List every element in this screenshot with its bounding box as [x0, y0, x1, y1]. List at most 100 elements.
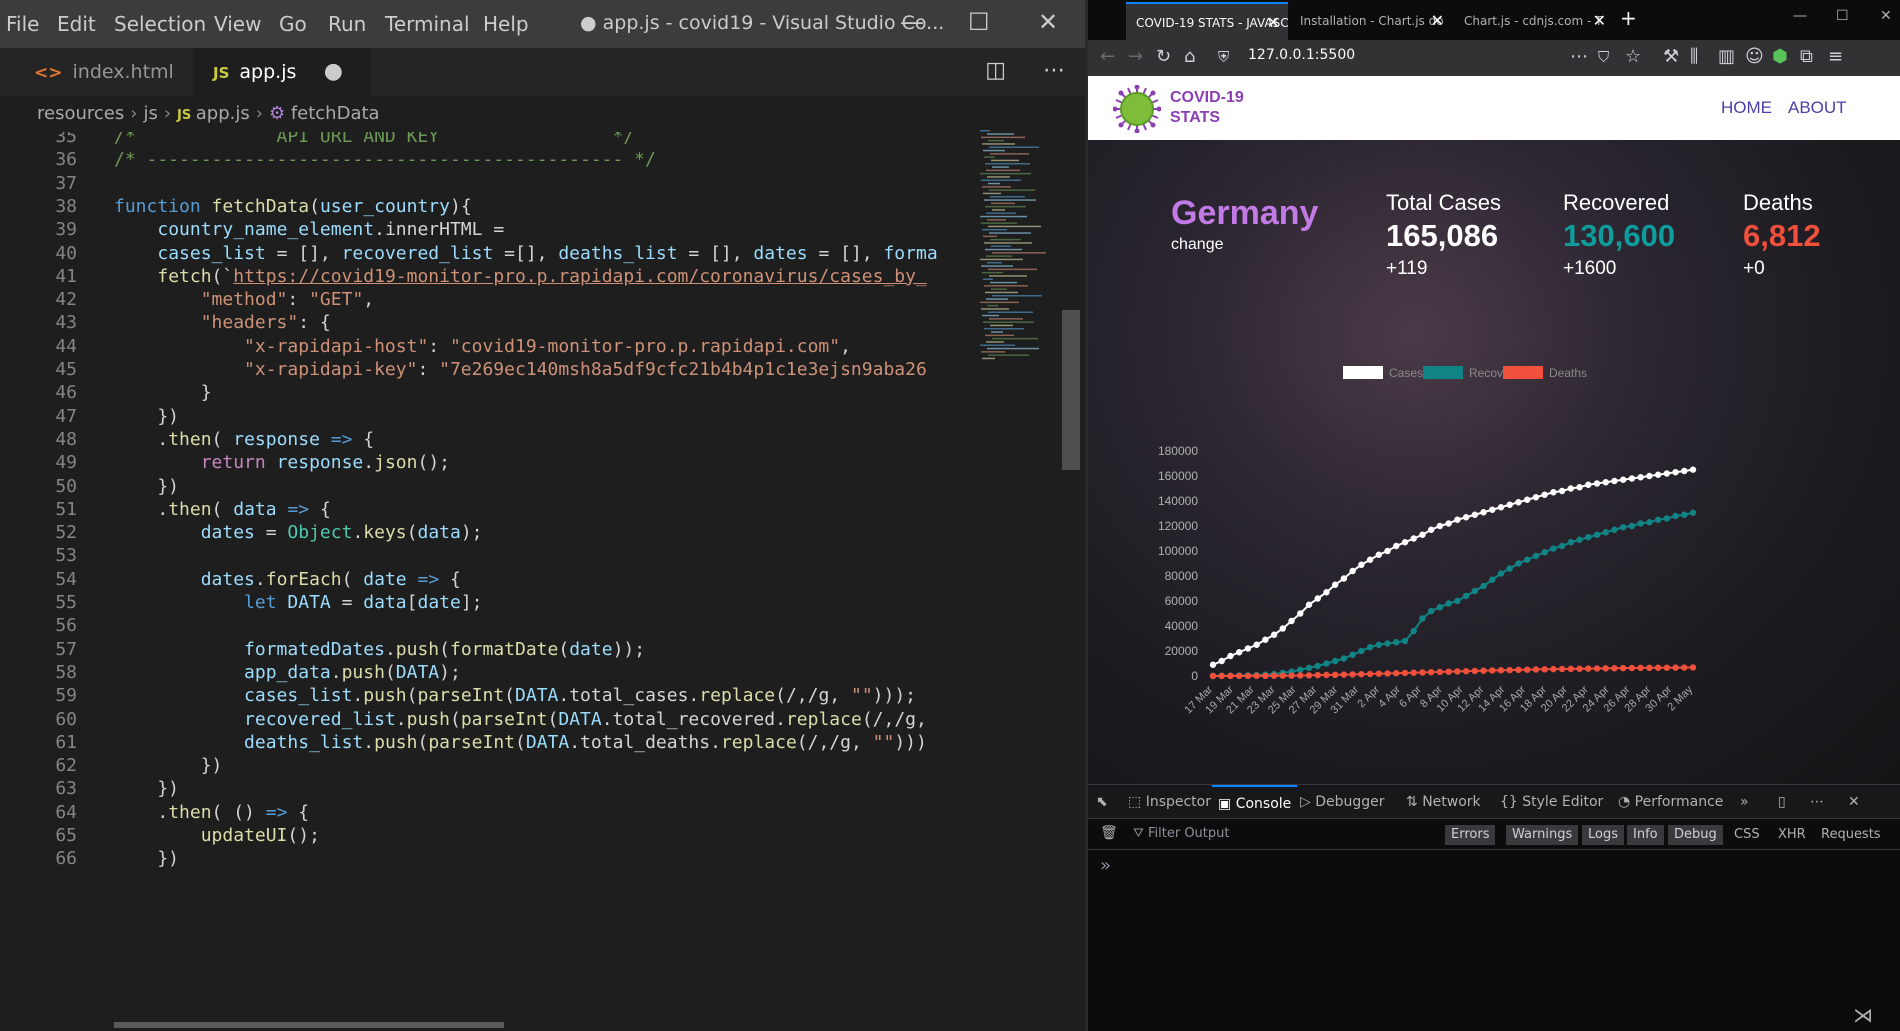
- browser-tab-covid[interactable]: COVID-19 STATS - JAVASCRI ✕: [1126, 2, 1288, 40]
- data-point-cases: [1314, 595, 1321, 602]
- pocket-icon[interactable]: ⛉: [1598, 48, 1609, 66]
- menu-edit[interactable]: Edit: [57, 12, 96, 36]
- breadcrumb: resources › js › JS app.js › ⚙ fetchData: [0, 96, 1085, 132]
- filter-debug[interactable]: Debug: [1668, 825, 1723, 845]
- forward-icon[interactable]: →: [1128, 46, 1143, 67]
- devtools-tab-console[interactable]: ▣ Console: [1212, 785, 1298, 819]
- devtools-tab-performance[interactable]: ◔ Performance: [1618, 785, 1723, 819]
- code-editor[interactable]: 35/* API URL AND KEY */36/* ------------…: [0, 132, 970, 1031]
- data-point-deaths: [1672, 664, 1679, 671]
- menu-view[interactable]: View: [214, 12, 261, 36]
- devtools-tab-network[interactable]: ⇅ Network: [1406, 785, 1481, 819]
- home-icon[interactable]: ⌂: [1184, 46, 1195, 67]
- country-name: Germany: [1171, 194, 1319, 232]
- menu-selection[interactable]: Selection: [114, 12, 206, 36]
- data-point-cases: [1297, 610, 1304, 617]
- data-point-cases: [1358, 561, 1365, 568]
- menu-file[interactable]: File: [6, 12, 39, 36]
- tab-app-js[interactable]: JS app.js ●: [193, 48, 371, 96]
- breadcrumb-js[interactable]: js: [143, 103, 157, 124]
- minimize-icon[interactable]: —: [1793, 8, 1807, 24]
- new-tab-button[interactable]: +: [1620, 6, 1637, 30]
- puzzle-icon[interactable]: ⧉: [1800, 46, 1813, 67]
- close-tab-icon[interactable]: ✕: [1267, 4, 1280, 40]
- devtools-tab-debugger[interactable]: ▷ Debugger: [1300, 785, 1385, 819]
- filter-warnings[interactable]: Warnings: [1506, 825, 1579, 845]
- url-bar[interactable]: 127.0.0.1:5500: [1248, 47, 1355, 63]
- split-editor-icon[interactable]: ◫: [985, 58, 1006, 83]
- function-symbol-icon: ⚙: [268, 103, 291, 124]
- maximize-icon[interactable]: ☐: [1836, 8, 1849, 24]
- more-actions-icon[interactable]: ⋯: [1043, 58, 1065, 83]
- horizontal-scrollbar[interactable]: [114, 1022, 504, 1028]
- library-icon[interactable]: ⫼: [1690, 46, 1698, 67]
- data-point-cases: [1454, 516, 1461, 523]
- browser-tab-cdnjs[interactable]: Chart.js - cdnjs.com - T ✕: [1454, 2, 1614, 40]
- devtools-tab-style-editor[interactable]: {} Style Editor: [1500, 785, 1603, 819]
- breadcrumb-fetchdata[interactable]: fetchData: [291, 103, 380, 124]
- close-tab-icon[interactable]: ✕: [1593, 2, 1606, 40]
- tab-title: COVID-19 STATS - JAVASCRI: [1136, 16, 1288, 30]
- nav-home[interactable]: HOME: [1721, 98, 1772, 118]
- back-icon[interactable]: ←: [1100, 46, 1115, 67]
- devtools-menu-icon[interactable]: ⋯: [1810, 785, 1824, 819]
- trash-icon[interactable]: 🗑: [1100, 825, 1118, 841]
- account-icon[interactable]: ☺: [1745, 46, 1764, 67]
- minimap-line: [986, 298, 1008, 300]
- minimap-line: [984, 285, 1028, 287]
- menu-icon[interactable]: ≡: [1828, 46, 1843, 67]
- data-point-deaths: [1585, 665, 1592, 672]
- menu-help[interactable]: Help: [483, 12, 529, 36]
- filter-requests[interactable]: Requests: [1815, 825, 1887, 845]
- change-country-link[interactable]: change: [1171, 236, 1224, 254]
- split-console-icon[interactable]: ⋊: [1853, 1003, 1873, 1027]
- extension-icon[interactable]: ⬢: [1772, 46, 1788, 67]
- shield-icon[interactable]: ⛨: [1218, 48, 1229, 66]
- sidebar-icon[interactable]: ▥: [1718, 46, 1735, 67]
- devtools-tab-inspector[interactable]: ⬚ Inspector: [1128, 785, 1211, 819]
- filter-output-input[interactable]: Filter Output: [1148, 826, 1230, 841]
- data-point-recovered: [1393, 639, 1400, 646]
- minimap[interactable]: [975, 130, 1060, 430]
- devtools-tabs: ⬉ ⬚ Inspector ▣ Console ▷ Debugger ⇅ Net…: [1088, 785, 1900, 819]
- site-logo-text[interactable]: COVID-19 STATS: [1170, 88, 1244, 128]
- vscode-titlebar: File Edit Selection View Go Run Terminal…: [0, 0, 1085, 48]
- close-devtools-icon[interactable]: ✕: [1848, 785, 1860, 819]
- browser-tab-chartjs-install[interactable]: Installation - Chart.js do ✕: [1290, 2, 1452, 40]
- filter-xhr[interactable]: XHR: [1772, 825, 1812, 845]
- page-actions-icon[interactable]: ⋯: [1570, 46, 1588, 67]
- vertical-scrollbar[interactable]: [1062, 310, 1080, 470]
- filter-info[interactable]: Info: [1627, 825, 1664, 845]
- breadcrumb-resources[interactable]: resources: [37, 103, 124, 124]
- bookmark-star-icon[interactable]: ☆: [1625, 46, 1641, 67]
- reload-icon[interactable]: ↻: [1156, 46, 1171, 67]
- minimap-line: [982, 143, 1015, 145]
- close-tab-icon[interactable]: ✕: [1431, 2, 1444, 40]
- breadcrumb-appjs[interactable]: app.js: [196, 103, 250, 124]
- data-point-cases: [1323, 589, 1330, 596]
- code-line[interactable]: 66 }): [0, 845, 970, 873]
- filter-logs[interactable]: Logs: [1582, 825, 1624, 845]
- data-point-recovered: [1331, 657, 1339, 665]
- close-icon[interactable]: ✕: [1038, 8, 1058, 36]
- data-point-deaths: [1471, 667, 1479, 675]
- nav-about[interactable]: ABOUT: [1788, 98, 1847, 118]
- responsive-design-icon[interactable]: ▯: [1778, 785, 1786, 819]
- deaths-new: +0: [1743, 258, 1765, 279]
- tab-index-html[interactable]: <> index.html: [0, 48, 190, 96]
- menu-terminal[interactable]: Terminal: [385, 12, 470, 36]
- console-prompt[interactable]: »: [1100, 855, 1111, 876]
- menu-run[interactable]: Run: [328, 12, 366, 36]
- js-file-icon: JS: [177, 108, 196, 123]
- tools-icon[interactable]: ⚒: [1663, 46, 1679, 67]
- element-picker-icon[interactable]: ⬉: [1096, 785, 1108, 819]
- maximize-icon[interactable]: ☐: [968, 8, 990, 36]
- minimize-icon[interactable]: —: [900, 8, 924, 36]
- more-tabs-icon[interactable]: »: [1740, 785, 1749, 819]
- close-icon[interactable]: ✕: [1880, 8, 1892, 24]
- menu-go[interactable]: Go: [279, 12, 307, 36]
- minimap-line: [989, 146, 1039, 148]
- filter-css[interactable]: CSS: [1728, 825, 1766, 845]
- filter-errors[interactable]: Errors: [1445, 825, 1496, 845]
- modified-indicator[interactable]: ●: [324, 48, 343, 96]
